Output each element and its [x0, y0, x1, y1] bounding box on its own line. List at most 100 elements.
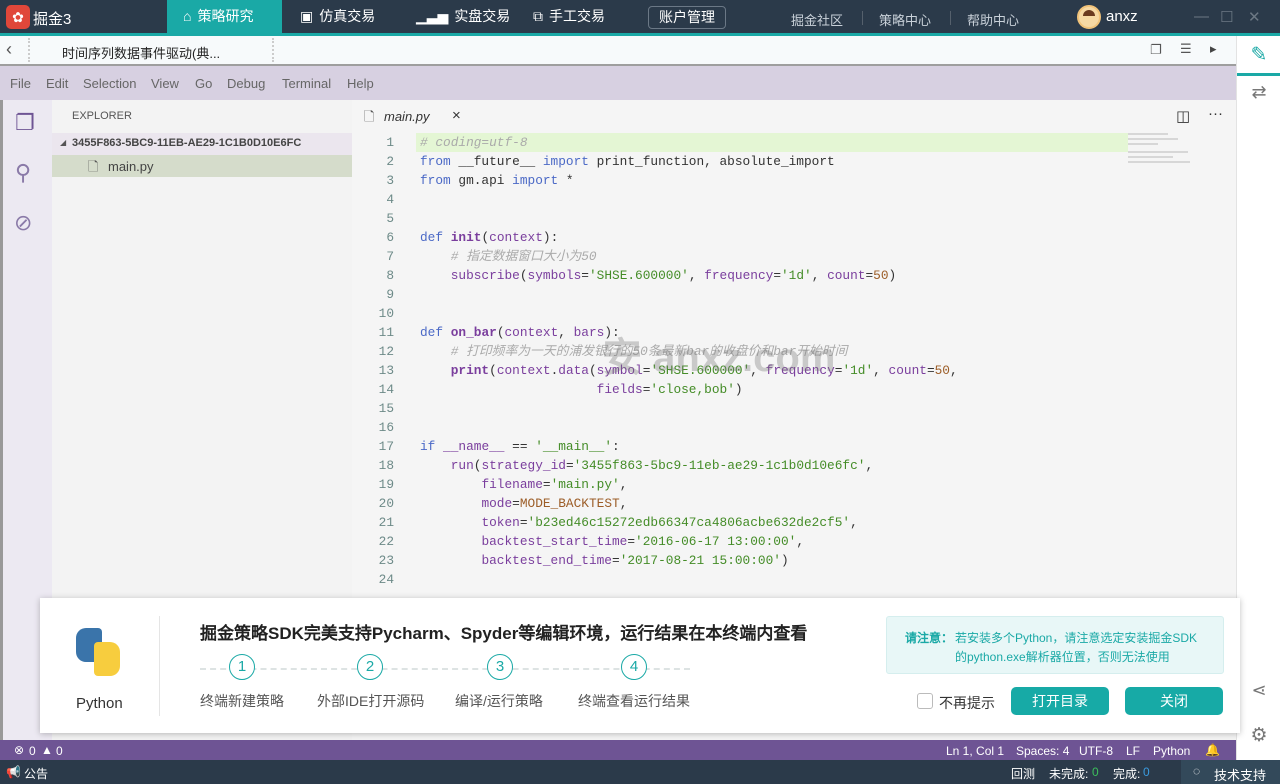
menu-help[interactable]: Help	[347, 76, 374, 91]
code-line[interactable]: if __name__ == '__main__':	[420, 437, 620, 456]
tab-strategy-research[interactable]: ⌂ 策略研究	[167, 0, 282, 33]
cursor-position[interactable]: Ln 1, Col 1	[946, 744, 1004, 758]
sdk-tip-dialog: Python 掘金策略SDK完美支持Pycharm、Spyder等编辑环境，运行…	[40, 598, 1240, 733]
warning-icon[interactable]: ▲	[41, 743, 53, 757]
indentation[interactable]: Spaces: 4	[1016, 744, 1069, 758]
code-line[interactable]: subscribe(symbols='SHSE.600000', frequen…	[420, 266, 897, 285]
menu-terminal[interactable]: Terminal	[282, 76, 331, 91]
split-editor-icon[interactable]: ◫	[1176, 107, 1190, 125]
line-number: 14	[378, 382, 394, 397]
code-line[interactable]: run(strategy_id='3455f863-5bc9-11eb-ae29…	[420, 456, 873, 475]
close-dialog-button[interactable]: 关闭	[1125, 687, 1223, 715]
file-item-main-py[interactable]: 🗋 main.py	[52, 155, 352, 177]
code-token: =	[926, 363, 935, 378]
code-line[interactable]: from __future__ import print_function, a…	[420, 152, 835, 171]
menu-go[interactable]: Go	[195, 76, 212, 91]
play-icon[interactable]: ▸	[1210, 41, 1217, 57]
code-line[interactable]: def init(context):	[420, 228, 558, 247]
search-icon[interactable]: ⚲	[15, 160, 31, 186]
announcement-link[interactable]: 公告	[24, 765, 48, 782]
folder-item[interactable]: ◢ 3455F863-5BC9-11EB-AE29-1C1B0D10E6FC	[52, 133, 352, 155]
back-icon[interactable]: ‹	[6, 39, 12, 60]
code-line[interactable]: mode=MODE_BACKTEST,	[420, 494, 627, 513]
code-token: context	[504, 325, 559, 340]
code-line[interactable]: def on_bar(context, bars):	[420, 323, 620, 342]
minimap[interactable]	[1128, 130, 1198, 190]
username[interactable]: anxz	[1106, 8, 1138, 25]
document-transfer-icon[interactable]: ⇄	[1237, 82, 1280, 103]
error-count[interactable]: 0	[29, 744, 36, 758]
strategy-tab[interactable]: 时间序列数据事件驱动(典...	[62, 43, 220, 62]
code-token: 'main.py'	[550, 477, 620, 492]
line-number: 15	[378, 401, 394, 416]
tab-manual-trading[interactable]: ⧉ 手工交易	[517, 0, 621, 33]
code-line[interactable]: filename='main.py',	[420, 475, 627, 494]
open-directory-button[interactable]: 打开目录	[1011, 687, 1109, 715]
code-token: __future__	[450, 154, 543, 169]
python-label: Python	[76, 695, 123, 712]
code-token: context	[489, 230, 543, 245]
copy-icon[interactable]: ❐	[1150, 42, 1162, 58]
warning-count[interactable]: 0	[56, 744, 63, 758]
code-token: strategy_id	[481, 458, 566, 473]
line-number: 22	[378, 534, 394, 549]
line-number: 10	[378, 306, 394, 321]
strategy-center-link[interactable]: 策略中心	[879, 10, 931, 29]
code-token: backtest_end_time	[481, 553, 612, 568]
menu-file[interactable]: File	[10, 76, 31, 91]
code-token: __name__	[443, 439, 505, 454]
share-icon[interactable]: ⋖	[1237, 680, 1280, 701]
code-token: '2016-06-17 13:00:00'	[635, 534, 797, 549]
avatar[interactable]	[1077, 5, 1101, 29]
menu-debug[interactable]: Debug	[227, 76, 265, 91]
menu-selection[interactable]: Selection	[83, 76, 136, 91]
menu-edit[interactable]: Edit	[46, 76, 68, 91]
maximize-icon[interactable]: ☐	[1220, 8, 1233, 26]
community-link[interactable]: 掘金社区	[791, 10, 843, 29]
line-ending[interactable]: LF	[1126, 744, 1140, 758]
code-token: print_function, absolute_import	[588, 154, 835, 169]
close-window-icon[interactable]: ✕	[1248, 8, 1261, 26]
tab-live-trading[interactable]: ▁▃▅ 实盘交易	[400, 0, 526, 33]
debug-icon[interactable]: ⊘	[14, 210, 32, 236]
code-line[interactable]: # coding=utf-8	[420, 133, 528, 152]
encoding[interactable]: UTF-8	[1079, 744, 1113, 758]
code-token: token	[481, 515, 520, 530]
code-token: context	[496, 363, 551, 378]
dont-show-checkbox[interactable]	[917, 693, 933, 709]
minimize-icon[interactable]: —	[1194, 8, 1209, 25]
close-tab-icon[interactable]: ×	[452, 107, 461, 124]
bell-icon[interactable]: 🔔	[1205, 743, 1220, 757]
settings-sliders-icon[interactable]: ☰	[1180, 41, 1192, 57]
code-line[interactable]: backtest_start_time='2016-06-17 13:00:00…	[420, 532, 804, 551]
dont-show-label[interactable]: 不再提示	[939, 693, 995, 713]
code-line[interactable]: backtest_end_time='2017-08-21 15:00:00')	[420, 551, 788, 570]
more-actions-icon[interactable]: ···	[1208, 105, 1223, 122]
code-line[interactable]: from gm.api import *	[420, 171, 574, 190]
code-line[interactable]: token='b23ed46c15272edb66347ca4806acbe63…	[420, 513, 857, 532]
code-line[interactable]: # 指定数据窗口大小为50	[420, 247, 597, 266]
help-center-link[interactable]: 帮助中心	[967, 10, 1019, 29]
error-icon[interactable]: ⊗	[14, 743, 24, 757]
edit-document-icon[interactable]: ✎	[1237, 36, 1280, 76]
line-number: 2	[386, 154, 394, 169]
menu-view[interactable]: View	[151, 76, 179, 91]
bottom-bar: 📢 公告 回测 未完成: 0 完成: 0 ◌ 技术支持	[0, 760, 1280, 784]
editor-tab-main-py[interactable]: 🗋 main.py ×	[352, 100, 472, 132]
files-icon[interactable]: ❐	[15, 110, 35, 136]
code-token: (	[519, 268, 528, 283]
tech-support-button[interactable]: ◌ 技术支持	[1181, 760, 1280, 784]
tab-sim-trading[interactable]: ▣ 仿真交易	[284, 0, 391, 33]
backtest-label[interactable]: 回测	[1011, 765, 1035, 782]
account-management-button[interactable]: 账户管理	[648, 6, 726, 29]
menu-bar: File Edit Selection View Go Debug Termin…	[0, 66, 1236, 100]
line-number: 17	[378, 439, 394, 454]
code-token: MODE_BACKTEST	[519, 496, 620, 511]
status-bar: ⊗ 0 ▲ 0 Ln 1, Col 1 Spaces: 4 UTF-8 LF P…	[0, 740, 1236, 760]
gear-icon[interactable]: ⚙	[1237, 724, 1280, 747]
line-number: 18	[378, 458, 394, 473]
language-mode[interactable]: Python	[1153, 744, 1190, 758]
